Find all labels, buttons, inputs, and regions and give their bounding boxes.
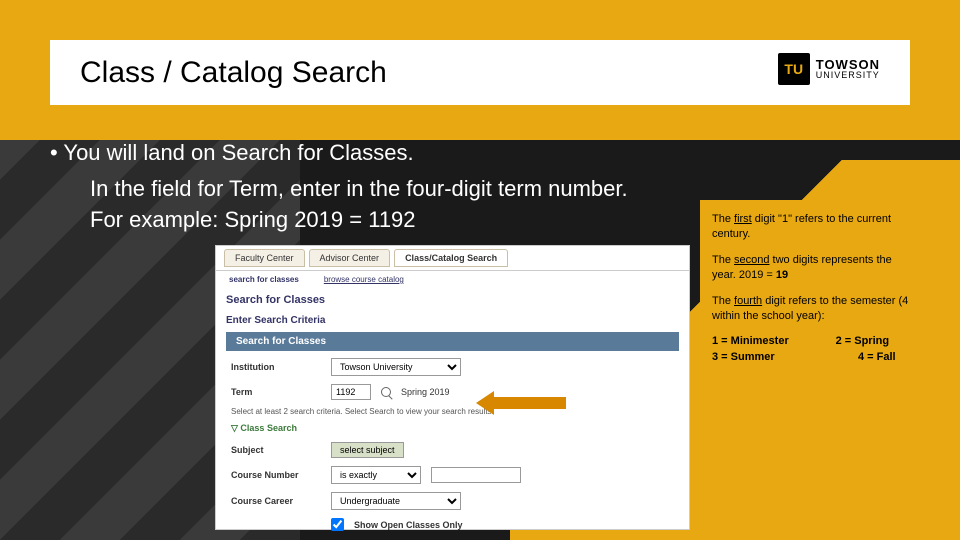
page-title: Class / Catalog Search [80,56,387,90]
class-search-expand[interactable]: ▽ Class Search [216,419,689,438]
institution-label: Institution [231,362,321,372]
logo-sub: UNIVERSITY [816,71,880,80]
course-number-input[interactable] [431,467,521,483]
subtab-search-classes[interactable]: search for classes [224,273,304,286]
course-career-label: Course Career [231,496,321,506]
course-number-label: Course Number [231,470,321,480]
tab-advisor-center[interactable]: Advisor Center [309,249,391,267]
term-label: Term [231,387,321,397]
bullet-main: • You will land on Search for Classes. [50,140,930,166]
logo-badge: TU [778,53,810,85]
help-text: Select at least 2 search criteria. Selec… [216,404,689,419]
institution-select[interactable]: Towson University [331,358,461,376]
search-bar-header: Search for Classes [226,332,679,351]
subject-label: Subject [231,445,321,455]
open-classes-label: Show Open Classes Only [354,520,463,530]
tab-faculty-center[interactable]: Faculty Center [224,249,305,267]
term-display: Spring 2019 [401,387,450,397]
subtab-browse-catalog[interactable]: browse course catalog [319,273,409,286]
section-subtitle: Enter Search Criteria [216,312,689,329]
open-classes-checkbox[interactable] [331,518,344,531]
course-career-select[interactable]: Undergraduate [331,492,461,510]
select-subject-button[interactable]: select subject [331,442,404,458]
term-input[interactable] [331,384,371,400]
course-op-select[interactable]: is exactly [331,466,421,484]
callout-box: The first digit "1" refers to the curren… [700,200,930,377]
callout-arrow-icon [476,391,566,415]
section-title: Search for Classes [216,288,689,312]
towson-logo: TU TOWSON UNIVERSITY [778,53,880,85]
app-screenshot: Faculty Center Advisor Center Class/Cata… [215,245,690,530]
tab-class-catalog-search[interactable]: Class/Catalog Search [394,249,508,267]
search-icon[interactable] [381,387,391,397]
